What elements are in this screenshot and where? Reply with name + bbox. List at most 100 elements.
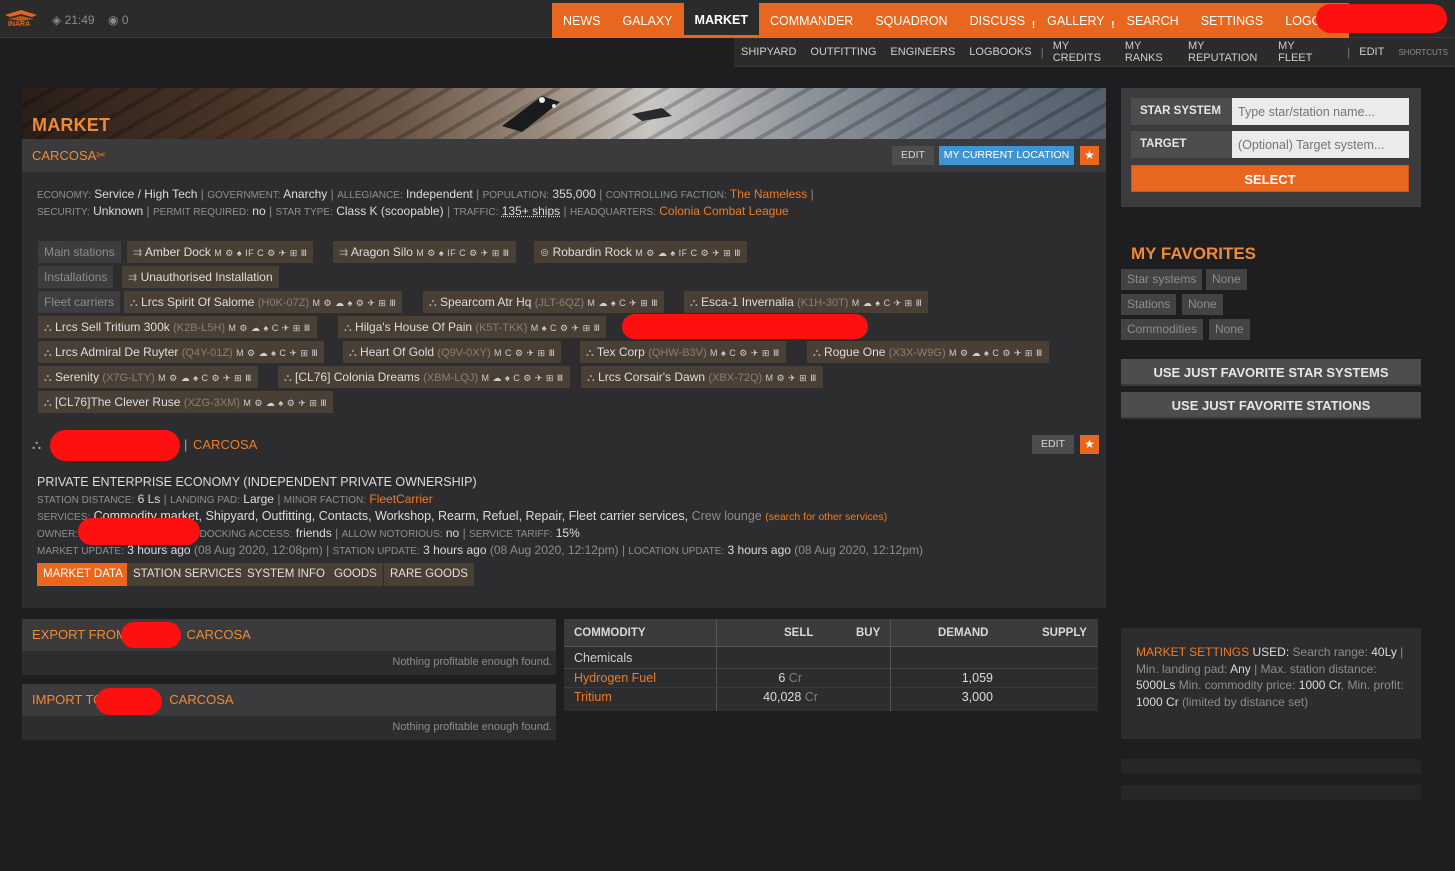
- commodity-link[interactable]: Tritium: [574, 690, 612, 704]
- favorite-star-icon[interactable]: ★: [1080, 146, 1099, 165]
- use-favorite-systems-button[interactable]: USE JUST FAVORITE STAR SYSTEMS: [1121, 359, 1421, 386]
- nav-discuss[interactable]: DISCUSS!: [959, 3, 1037, 38]
- use-favorite-stations-button[interactable]: USE JUST FAVORITE STATIONS: [1121, 392, 1421, 419]
- nav-commander[interactable]: COMMANDER: [759, 3, 864, 38]
- col-buy[interactable]: BUY: [856, 627, 880, 639]
- faction-label: CONTROLLING FACTION:: [605, 190, 727, 201]
- services-icons: M ♠ C ⚙ ✈ ⊞ Ⅲ: [710, 348, 780, 358]
- col-demand[interactable]: DEMAND: [938, 627, 988, 639]
- station-name: Aragon Silo: [350, 245, 413, 259]
- station-tag[interactable]: ⇉ Aragon Silo M ⚙ ♠ IF C ⚙ ✈ ⊞ Ⅲ: [333, 241, 516, 263]
- minor-faction-link[interactable]: FleetCarrier: [369, 492, 432, 506]
- carrier-tag[interactable]: ⛬ Serenity (X7G-LTY) M ⚙ ☁ ♠ C ⚙ ✈ ⊞ Ⅲ: [38, 366, 258, 388]
- location-update-date: (08 Aug 2020, 12:12pm): [794, 543, 924, 557]
- minor-faction-label: MINOR FACTION:: [283, 495, 367, 506]
- subnav-shipyard[interactable]: SHIPYARD: [734, 46, 803, 58]
- carrier-tag[interactable]: ⛬ [CL76] Colonia Dreams (XBM-LQJ) M ☁ ♠ …: [278, 366, 570, 388]
- ship-graphic: [502, 96, 672, 132]
- station-name: Amber Dock: [144, 245, 211, 259]
- fav-stations-label[interactable]: Stations: [1121, 294, 1177, 315]
- distance-label: STATION DISTANCE:: [37, 495, 135, 506]
- profit-value: 1000 Cr: [1136, 694, 1179, 709]
- star-system-input[interactable]: [1232, 98, 1409, 125]
- carrier-name: [CL76]The Clever Ruse: [55, 395, 181, 409]
- government-label: GOVERNMENT:: [207, 190, 281, 201]
- subnav-outfitting[interactable]: OUTFITTING: [803, 46, 883, 58]
- fav-star-systems-label[interactable]: Star systems: [1121, 269, 1203, 290]
- col-commodity[interactable]: COMMODITY: [574, 627, 646, 639]
- subnav-my-fleet[interactable]: MY FLEET: [1271, 40, 1331, 64]
- subnav-logbooks[interactable]: LOGBOOKS: [962, 46, 1038, 58]
- subnav-my-credits[interactable]: MY CREDITS: [1046, 40, 1118, 64]
- carrier-tag[interactable]: ⛬ Lrcs Spirit Of Salome (H0K-07Z) M ⚙ ☁ …: [124, 291, 403, 313]
- services-extra: Crew lounge: [691, 509, 762, 523]
- tab-rare-goods[interactable]: RARE GOODS: [384, 563, 474, 586]
- edit-button[interactable]: EDIT: [892, 146, 934, 165]
- table-row[interactable]: Hydrogen Fuel 6 Cr 1,059: [564, 669, 1098, 688]
- hq-link[interactable]: Colonia Combat League: [659, 204, 788, 218]
- scissors-icon[interactable]: ✂: [96, 148, 106, 162]
- carrier-icon: ⛬: [130, 297, 138, 309]
- carrier-tag[interactable]: ⛬ Heart Of Gold (Q9V-0XY) M C ⚙ ✈ ⊞ Ⅲ: [343, 341, 562, 363]
- carrier-tag[interactable]: ⛬ Hilga's House Of Pain (K5T-TKK) M ♠ C …: [338, 316, 607, 338]
- services-icons: M ♠ C ⚙ ✈ ⊞ Ⅲ: [530, 323, 601, 333]
- carrier-tag[interactable]: ⛬ Lrcs Corsair's Dawn (XBX-72Q) M ⚙ ✈ ⊞ …: [581, 366, 823, 388]
- station-tag[interactable]: ⇉ Unauthorised Installation: [122, 266, 279, 288]
- search-other-services-link[interactable]: (search for other services): [765, 511, 887, 523]
- tab-station-services[interactable]: STATION SERVICES: [127, 563, 249, 586]
- carrier-tag[interactable]: ⛬ Esca-1 Invernalia (K1H-30T) M ☁ ♠ C ✈ …: [684, 291, 929, 313]
- subnav-my-reputation[interactable]: MY REPUTATION: [1181, 40, 1271, 64]
- my-current-location-button[interactable]: MY CURRENT LOCATION: [939, 146, 1074, 165]
- price-value: 1000 Cr: [1298, 678, 1341, 692]
- unit: Cr: [788, 671, 802, 685]
- subnav-edit[interactable]: EDIT: [1352, 46, 1391, 58]
- col-supply[interactable]: SUPPLY: [1042, 627, 1087, 639]
- commodity-link[interactable]: Hydrogen Fuel: [574, 671, 656, 685]
- logo-text: INARA: [8, 21, 31, 28]
- station-edit-button[interactable]: EDIT: [1032, 435, 1074, 454]
- tab-system-info[interactable]: SYSTEM INFO: [241, 563, 331, 586]
- nav-galaxy[interactable]: GALAXY: [612, 3, 684, 38]
- market-settings-link[interactable]: MARKET SETTINGS: [1136, 645, 1249, 659]
- station-system-link[interactable]: CARCOSA: [193, 437, 257, 452]
- carrier-tag[interactable]: ⛬ Lrcs Sell Tritium 300k (K2B-L5H) M ⚙ ☁…: [38, 316, 317, 338]
- nav-news[interactable]: NEWS: [552, 3, 612, 38]
- location-update-label: LOCATION UPDATE:: [628, 546, 725, 557]
- traffic-value[interactable]: 135+ ships: [502, 204, 560, 218]
- demand-value: 1,059: [961, 671, 993, 685]
- col-sell[interactable]: SELL: [784, 627, 813, 639]
- table-row[interactable]: Tritium 40,028 Cr 3,000: [564, 688, 1098, 707]
- carrier-tag[interactable]: ⛬ Tex Corp (QHW-B3V) M ♠ C ⚙ ✈ ⊞ Ⅲ: [580, 341, 786, 363]
- nav-gallery[interactable]: GALLERY!: [1036, 3, 1115, 38]
- subnav-my-ranks[interactable]: MY RANKS: [1118, 40, 1181, 64]
- carrier-tag[interactable]: ⛬ Lrcs Admiral De Ruyter (Q4Y-01Z) M ⚙ ☁…: [38, 341, 325, 363]
- nav-squadron[interactable]: SQUADRON: [864, 3, 958, 38]
- nav-label: COMMANDER: [770, 14, 854, 28]
- star-type-value: Class K (scoopable): [336, 204, 444, 218]
- category-label: Chemicals: [574, 651, 633, 665]
- settings-note: (limited by distance set): [1182, 694, 1309, 709]
- nav-market[interactable]: MARKET: [683, 3, 759, 38]
- faction-link[interactable]: The Nameless: [730, 187, 807, 201]
- tab-goods[interactable]: GOODS: [328, 563, 383, 586]
- carrier-tag[interactable]: ⛬ Rogue One (X3X-W9G) M ⚙ ☁ ♠ C ⚙ ✈ ⊞ Ⅲ: [807, 341, 1049, 363]
- station-economy: PRIVATE ENTERPRISE ECONOMY (INDEPENDENT …: [37, 475, 477, 489]
- station-favorite-star-icon[interactable]: ★: [1080, 435, 1099, 454]
- unit: Cr: [804, 690, 818, 704]
- station-tag[interactable]: ⊚ Robardin Rock M ⚙ ☁ ♠ IF C ⚙ ✈ ⊞ Ⅲ: [534, 241, 747, 263]
- nav-search[interactable]: SEARCH: [1116, 3, 1190, 38]
- separator: |: [184, 437, 188, 452]
- select-button[interactable]: SELECT: [1131, 165, 1409, 192]
- system-name-link[interactable]: CARCOSA: [32, 148, 96, 163]
- export-prefix: EXPORT FROM: [32, 627, 127, 642]
- subnav-engineers[interactable]: ENGINEERS: [883, 46, 962, 58]
- tab-market-data[interactable]: MARKET DATA: [37, 563, 129, 586]
- station-tag[interactable]: ⇉ Amber Dock M ⚙ ♠ IF C ⚙ ✈ ⊞ Ⅲ: [127, 241, 314, 263]
- carrier-tag[interactable]: ⛬ Spearcom Atr Hq (JLT-6QZ) M ☁ ♠ C ✈ ⊞ …: [423, 291, 664, 313]
- carrier-tag[interactable]: ⛬ [CL76]The Clever Ruse (XZG-3XM) M ⚙ ☁ …: [38, 391, 334, 413]
- target-input[interactable]: [1232, 131, 1409, 158]
- station-update-date: (08 Aug 2020, 12:12pm): [489, 543, 619, 557]
- nav-settings[interactable]: SETTINGS: [1190, 3, 1275, 38]
- fav-commodities-label[interactable]: Commodities: [1121, 319, 1204, 340]
- carrier-name: Serenity: [55, 370, 100, 384]
